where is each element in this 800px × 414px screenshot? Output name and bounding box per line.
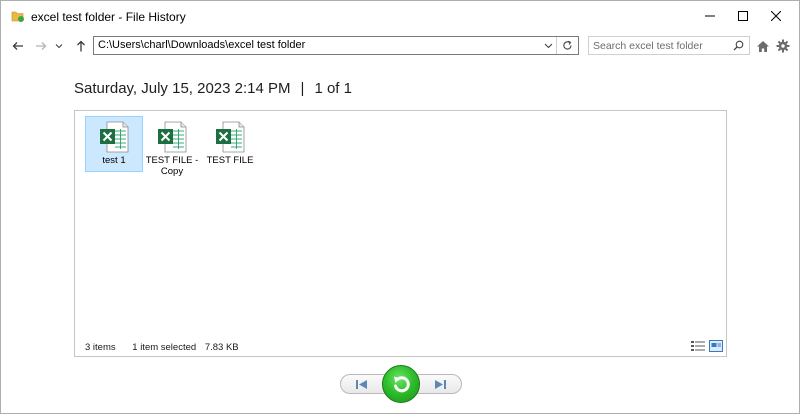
- file-item[interactable]: TEST FILE - Copy: [143, 116, 201, 184]
- status-bar: 3 items 1 item selected 7.83 KB: [85, 342, 253, 353]
- window-title: excel test folder - File History: [31, 10, 186, 24]
- backup-date-heading: Saturday, July 15, 2023 2:14 PM | 1 of 1: [74, 80, 352, 97]
- previous-version-button[interactable]: [353, 377, 371, 391]
- file-item[interactable]: TEST FILE: [201, 116, 259, 172]
- arrow-right-icon: [36, 42, 47, 50]
- forward-button[interactable]: [32, 35, 50, 57]
- back-button[interactable]: [9, 35, 27, 57]
- file-name: test 1: [102, 155, 126, 166]
- settings-button[interactable]: [774, 36, 792, 56]
- recent-locations-button[interactable]: [52, 35, 66, 57]
- file-name: TEST FILE: [206, 155, 254, 166]
- refresh-button[interactable]: [556, 37, 578, 54]
- selection-size: 7.83 KB: [204, 342, 239, 353]
- close-button[interactable]: [753, 1, 799, 31]
- details-view-icon[interactable]: [691, 340, 705, 352]
- gear-icon: [776, 39, 790, 53]
- file-name: TEST FILE -: [145, 155, 199, 166]
- home-button[interactable]: [754, 36, 772, 56]
- backup-position: 1 of 1: [314, 80, 352, 97]
- excel-file-icon: [216, 121, 245, 153]
- arrow-left-icon: [12, 42, 23, 50]
- address-bar[interactable]: C:\Users\charl\Downloads\excel test fold…: [93, 36, 579, 55]
- large-icons-view-icon[interactable]: [709, 340, 723, 352]
- heading-separator: |: [300, 80, 305, 97]
- restore-arrow-icon: [394, 376, 410, 393]
- file-name-continued: Copy: [160, 166, 184, 177]
- search-icon[interactable]: [733, 40, 744, 51]
- home-icon: [757, 40, 769, 52]
- chevron-down-icon: [55, 44, 63, 49]
- title-bar: excel test folder - File History: [1, 1, 799, 31]
- skip-previous-icon: [356, 379, 367, 389]
- item-count: 3 items: [85, 342, 116, 353]
- search-box[interactable]: [588, 36, 750, 55]
- maximize-icon: [738, 11, 748, 21]
- search-input[interactable]: [593, 38, 727, 53]
- excel-file-icon: [158, 121, 187, 153]
- file-item[interactable]: test 1: [85, 116, 143, 172]
- skip-next-icon: [435, 379, 446, 389]
- selection-count: 1 item selected: [132, 342, 197, 353]
- refresh-icon: [563, 40, 572, 50]
- navigation-bar: C:\Users\charl\Downloads\excel test fold…: [1, 35, 799, 57]
- address-text: C:\Users\charl\Downloads\excel test fold…: [98, 39, 306, 51]
- excel-file-icon: [100, 121, 129, 153]
- backup-date: Saturday, July 15, 2023 2:14 PM: [74, 80, 291, 97]
- minimize-icon: [705, 15, 715, 17]
- restore-button[interactable]: [382, 365, 420, 403]
- file-history-folder-icon: [11, 11, 24, 22]
- arrow-up-icon: [77, 40, 85, 52]
- up-button[interactable]: [72, 35, 90, 57]
- chevron-down-icon: [544, 43, 552, 48]
- address-dropdown-button[interactable]: [540, 37, 556, 54]
- close-icon: [771, 11, 781, 21]
- next-version-button[interactable]: [431, 377, 449, 391]
- file-list-panel[interactable]: test 1 TEST FILE - Copy TEST FILE 3 item…: [74, 110, 727, 357]
- file-history-window: excel test folder - File History C:\User…: [0, 0, 800, 414]
